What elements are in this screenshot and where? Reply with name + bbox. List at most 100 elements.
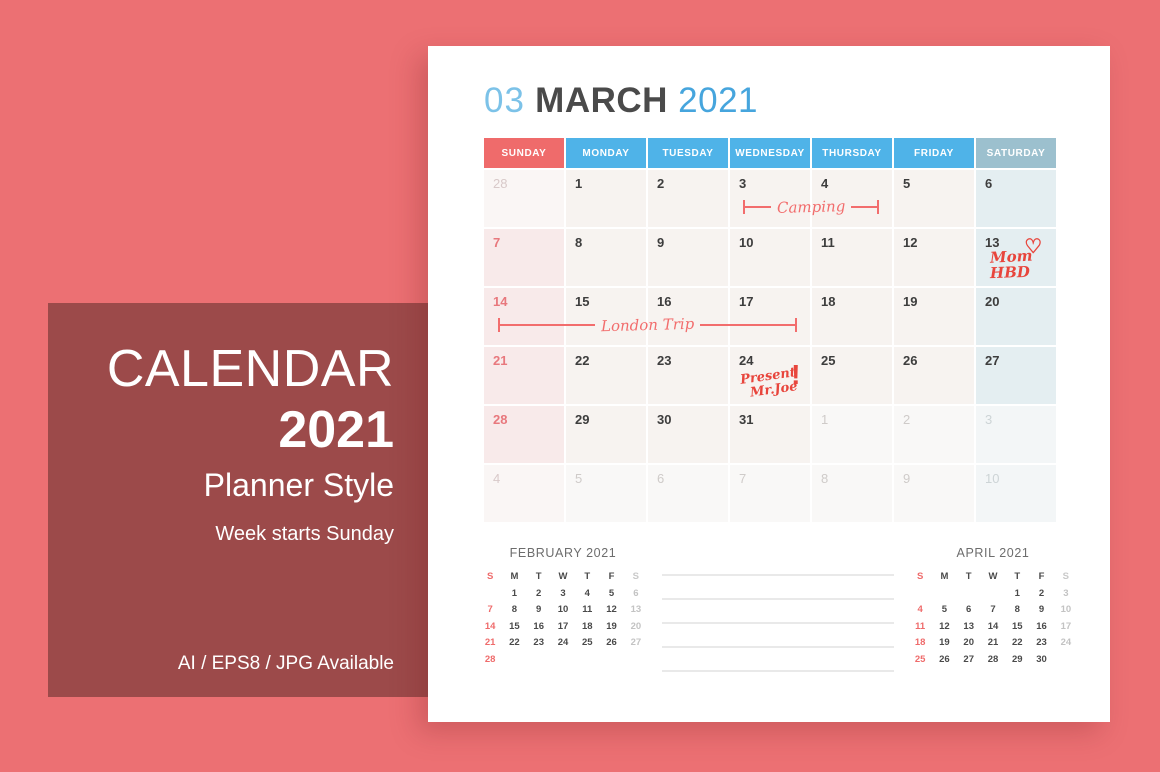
mini-day[interactable]: 9 [1029, 605, 1053, 615]
mini-day[interactable]: 11 [575, 605, 599, 615]
mini-day[interactable]: 14 [981, 621, 1005, 632]
day-cell[interactable]: 6 [976, 170, 1056, 227]
mini-day[interactable]: 26 [932, 654, 956, 665]
day-cell[interactable]: 3 [730, 170, 810, 227]
mini-day[interactable]: 16 [527, 621, 551, 632]
day-cell[interactable]: 1 [566, 170, 646, 227]
mini-day[interactable]: 21 [981, 638, 1005, 648]
day-cell[interactable]: 1 [812, 406, 892, 463]
mini-day[interactable]: 24 [551, 638, 575, 648]
mini-day[interactable]: 18 [575, 621, 599, 632]
mini-day[interactable]: 14 [478, 621, 502, 632]
note-line[interactable] [662, 646, 894, 648]
mini-day[interactable]: 24 [1054, 638, 1078, 648]
mini-day[interactable]: 10 [1054, 605, 1078, 615]
day-cell[interactable]: 11 [812, 229, 892, 286]
day-cell[interactable]: 18 [812, 288, 892, 345]
day-cell[interactable]: 23 [648, 347, 728, 404]
mini-day[interactable]: 23 [527, 638, 551, 648]
mini-day[interactable]: 22 [502, 638, 526, 648]
mini-day[interactable]: 7 [981, 605, 1005, 615]
mini-day[interactable]: 3 [551, 588, 575, 599]
mini-day[interactable]: 13 [957, 621, 981, 632]
mini-day[interactable]: 30 [1029, 654, 1053, 665]
day-cell[interactable]: 6 [648, 465, 728, 522]
mini-day[interactable]: 6 [624, 588, 648, 599]
day-cell[interactable]: 20 [976, 288, 1056, 345]
mini-day[interactable]: 20 [624, 621, 648, 632]
mini-day[interactable]: 10 [551, 605, 575, 615]
mini-day[interactable]: 16 [1029, 621, 1053, 632]
day-cell[interactable]: 22 [566, 347, 646, 404]
note-line[interactable] [662, 670, 894, 672]
day-cell[interactable]: 19 [894, 288, 974, 345]
mini-day[interactable]: 12 [599, 605, 623, 615]
day-cell[interactable]: 2 [648, 170, 728, 227]
mini-day[interactable]: 23 [1029, 638, 1053, 648]
mini-day[interactable]: 13 [624, 605, 648, 615]
day-cell[interactable]: 21 [484, 347, 564, 404]
mini-day[interactable]: 15 [1005, 621, 1029, 632]
day-cell[interactable]: 7 [730, 465, 810, 522]
note-line[interactable] [662, 574, 894, 576]
mini-day[interactable]: 29 [1005, 654, 1029, 665]
day-cell[interactable]: 13 [976, 229, 1056, 286]
mini-day[interactable]: 7 [478, 605, 502, 615]
mini-day[interactable]: 20 [957, 638, 981, 648]
mini-day[interactable]: 11 [908, 621, 932, 632]
day-cell[interactable]: 28 [484, 406, 564, 463]
day-cell[interactable]: 2 [894, 406, 974, 463]
mini-day[interactable]: 8 [1005, 605, 1029, 615]
day-cell[interactable]: 30 [648, 406, 728, 463]
day-cell[interactable]: 9 [894, 465, 974, 522]
day-cell[interactable]: 9 [648, 229, 728, 286]
mini-day[interactable]: 28 [478, 654, 502, 665]
day-cell[interactable]: 25 [812, 347, 892, 404]
day-cell[interactable]: 14 [484, 288, 564, 345]
mini-day[interactable]: 25 [575, 638, 599, 648]
day-cell[interactable]: 28 [484, 170, 564, 227]
mini-day[interactable]: 4 [575, 588, 599, 599]
day-cell[interactable]: 26 [894, 347, 974, 404]
mini-day[interactable]: 19 [932, 638, 956, 648]
note-line[interactable] [662, 622, 894, 624]
mini-day[interactable]: 1 [502, 588, 526, 599]
day-cell[interactable]: 8 [566, 229, 646, 286]
note-line[interactable] [662, 598, 894, 600]
notes-lines[interactable] [662, 574, 894, 672]
day-cell[interactable]: 8 [812, 465, 892, 522]
day-cell[interactable]: 10 [976, 465, 1056, 522]
day-cell[interactable]: 29 [566, 406, 646, 463]
day-cell[interactable]: 3 [976, 406, 1056, 463]
mini-day[interactable]: 9 [527, 605, 551, 615]
mini-day[interactable]: 15 [502, 621, 526, 632]
mini-day[interactable]: 17 [1054, 621, 1078, 632]
day-cell[interactable]: 10 [730, 229, 810, 286]
day-cell[interactable]: 15 [566, 288, 646, 345]
day-cell[interactable]: 12 [894, 229, 974, 286]
day-cell[interactable]: 31 [730, 406, 810, 463]
day-cell[interactable]: 4 [812, 170, 892, 227]
mini-day[interactable]: 25 [908, 654, 932, 665]
mini-day[interactable]: 27 [957, 654, 981, 665]
mini-day[interactable]: 5 [932, 605, 956, 615]
mini-day[interactable]: 26 [599, 638, 623, 648]
mini-day[interactable]: 6 [957, 605, 981, 615]
day-cell[interactable]: 4 [484, 465, 564, 522]
mini-day[interactable]: 17 [551, 621, 575, 632]
mini-day[interactable]: 22 [1005, 638, 1029, 648]
mini-day[interactable]: 12 [932, 621, 956, 632]
day-cell[interactable]: 17 [730, 288, 810, 345]
mini-day[interactable]: 18 [908, 638, 932, 648]
mini-day[interactable]: 8 [502, 605, 526, 615]
mini-day[interactable]: 2 [1029, 588, 1053, 599]
mini-day[interactable]: 28 [981, 654, 1005, 665]
day-cell[interactable]: 27 [976, 347, 1056, 404]
mini-day[interactable]: 19 [599, 621, 623, 632]
mini-day[interactable]: 21 [478, 638, 502, 648]
mini-day[interactable]: 2 [527, 588, 551, 599]
day-cell[interactable]: 5 [894, 170, 974, 227]
day-cell[interactable]: 5 [566, 465, 646, 522]
mini-day[interactable]: 1 [1005, 588, 1029, 599]
day-cell[interactable]: 7 [484, 229, 564, 286]
